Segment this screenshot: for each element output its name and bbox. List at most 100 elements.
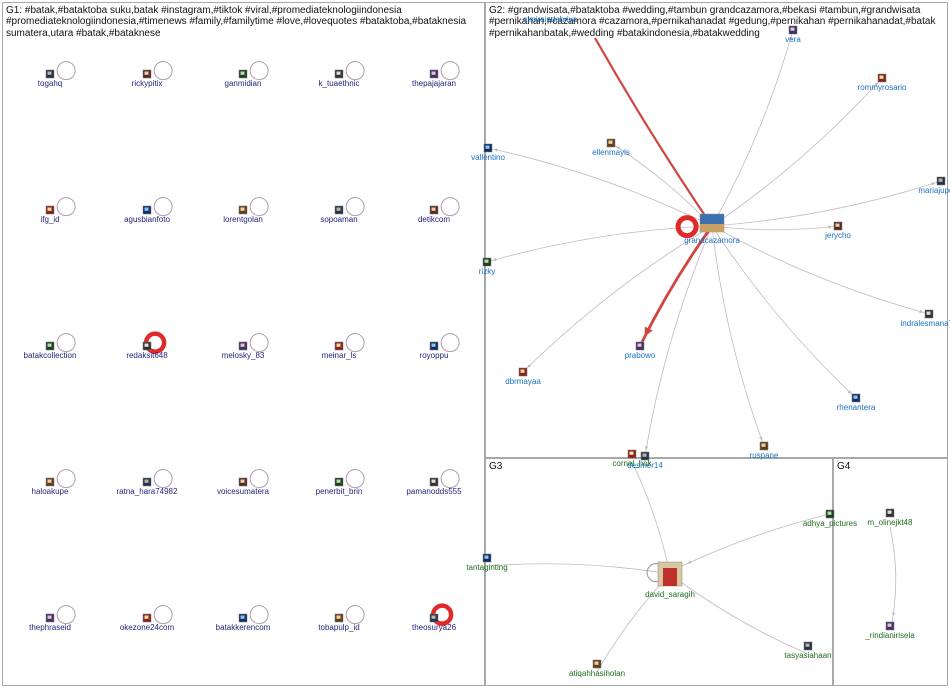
- node-detikcom[interactable]: detikcom: [418, 205, 450, 224]
- node-batakcollection[interactable]: batakcollection: [24, 341, 77, 360]
- node-label: rommyrosario: [858, 83, 907, 92]
- node-label: prabowo: [625, 351, 656, 360]
- node-label: rizky: [479, 267, 495, 276]
- node-meinar-ls[interactable]: meinar_ls: [322, 341, 357, 360]
- profile-icon-detail: [240, 207, 245, 211]
- node-tasyasiahaan[interactable]: tasyasiahaan: [784, 641, 832, 660]
- node-jerycho[interactable]: jerycho: [824, 221, 851, 240]
- profile-icon-detail: [594, 661, 599, 665]
- profile-icon-detail: [240, 71, 245, 75]
- edge: [486, 563, 671, 575]
- node-sopoaman[interactable]: sopoaman: [320, 205, 358, 224]
- profile-icon-detail: [144, 207, 149, 211]
- self-loop: [249, 469, 269, 489]
- node-label: ellenmayls: [592, 148, 630, 157]
- profile-icon-detail: [336, 207, 341, 211]
- node-label: indralesmana70: [901, 319, 950, 328]
- node-label: thephraseid: [29, 623, 71, 632]
- profile-icon-detail: [144, 71, 149, 75]
- node-royoppu[interactable]: royoppu: [420, 341, 449, 360]
- node-label: m_olinejkt48: [868, 518, 913, 527]
- node-label: vallentino: [471, 153, 505, 162]
- edge: [487, 147, 713, 227]
- node-haloakupe[interactable]: haloakupe: [32, 477, 69, 496]
- edge-arrowhead: [891, 612, 896, 617]
- node-vera[interactable]: vera: [785, 25, 801, 44]
- node-ratna-hara74982[interactable]: ratna_hara74982: [117, 477, 178, 496]
- profile-icon-detail: [938, 178, 943, 182]
- profile-icon-detail: [144, 479, 149, 483]
- profile-icon-detail: [336, 615, 341, 619]
- edge: [889, 526, 897, 623]
- self-loop: [153, 469, 173, 489]
- node-ifg-id[interactable]: ifg_id: [40, 205, 60, 224]
- node-label: rickypitix: [132, 79, 163, 88]
- node-label: penerbit_brin: [316, 487, 363, 496]
- node-label: ratna_hara74982: [117, 487, 178, 496]
- node-agusbianfoto[interactable]: agusbianfoto: [124, 205, 170, 224]
- node-label: jerycho: [824, 231, 851, 240]
- node-m-olinejkt48[interactable]: m_olinejkt48: [868, 508, 913, 527]
- node-rindianirisela[interactable]: _rindianirisela: [864, 621, 915, 640]
- node-thepajajaran[interactable]: thepajajaran: [412, 69, 456, 88]
- node-ellenmayls[interactable]: ellenmayls: [592, 138, 630, 157]
- edge: [711, 225, 930, 315]
- self-loop: [56, 469, 76, 489]
- profile-icon-detail: [926, 311, 931, 315]
- node-rommyrosario[interactable]: rommyrosario: [858, 73, 907, 92]
- node-adhya-pictures[interactable]: adhya_pictures: [803, 509, 857, 528]
- profile-icon-detail: [608, 140, 613, 144]
- node-label: voicesumatera: [217, 487, 270, 496]
- self-loop: [56, 333, 76, 353]
- node-prabowo[interactable]: prabowo: [625, 341, 656, 360]
- node-pamanodds555[interactable]: pamanodds555: [406, 477, 462, 496]
- node-penerbit-brin[interactable]: penerbit_brin: [316, 477, 363, 496]
- node-label: tasyasiahaan: [784, 651, 831, 660]
- node-mariajupoisa[interactable]: mariajupoisa: [918, 176, 950, 195]
- profile-icon-detail: [637, 343, 642, 347]
- self-loop: [345, 605, 365, 625]
- node-thephraseid[interactable]: thephraseid: [29, 613, 71, 632]
- profile-icon-detail: [484, 555, 489, 559]
- profile-icon-detail: [431, 615, 436, 619]
- node-label: redaksit648: [126, 351, 168, 360]
- node-lorentgolan[interactable]: lorentgolan: [223, 205, 263, 224]
- node-atiqahhasiholan[interactable]: atiqahhasiholan: [569, 659, 625, 678]
- node-k-tuaethnic[interactable]: k_tuaethnic: [319, 69, 360, 88]
- node-label: tobapulp_id: [318, 623, 359, 632]
- graph-canvas: togahq rickypitix ganmidian k_tuaethnic thep…: [24, 15, 950, 678]
- node-tobapulp-id[interactable]: tobapulp_id: [318, 613, 360, 632]
- node-okezone24com[interactable]: okezone24com: [120, 613, 175, 632]
- profile-icon-detail: [663, 568, 677, 586]
- node-indralesmana70[interactable]: indralesmana70: [901, 309, 950, 328]
- edge: [522, 225, 713, 373]
- node-ruspane[interactable]: ruspane: [750, 441, 779, 460]
- node-label: melosky_83: [222, 351, 265, 360]
- node-vallentino[interactable]: vallentino: [471, 143, 505, 162]
- edge: [711, 225, 839, 231]
- self-loop: [345, 469, 365, 489]
- node-togahq[interactable]: togahq: [38, 69, 62, 88]
- self-loop: [249, 605, 269, 625]
- node-dbrmayaa[interactable]: dbrmayaa: [505, 367, 541, 386]
- node-label: grandcazamora: [684, 236, 740, 245]
- node-almiraindahriya[interactable]: almiraindahriya: [523, 15, 578, 24]
- profile-icon-detail: [520, 369, 525, 373]
- node-batakkerencom[interactable]: batakkerencom: [216, 613, 271, 632]
- self-loop: [56, 197, 76, 217]
- node-rhenantera[interactable]: rhenantera: [837, 393, 876, 412]
- edge: [596, 573, 671, 673]
- node-tantaginting[interactable]: tantaginting: [466, 553, 508, 572]
- node-rickypitix[interactable]: rickypitix: [132, 69, 163, 88]
- self-loop: [153, 605, 173, 625]
- node-melosky-83[interactable]: melosky_83: [222, 341, 265, 360]
- node-label: okezone24com: [120, 623, 175, 632]
- profile-icon-detail: [431, 71, 436, 75]
- profile-icon-detail: [336, 479, 341, 483]
- node-label: sopoaman: [320, 215, 357, 224]
- profile-icon-detail: [47, 615, 52, 619]
- profile-icon-detail: [47, 71, 52, 75]
- node-label: k_tuaethnic: [319, 79, 360, 88]
- node-ganmidian[interactable]: ganmidian: [225, 69, 262, 88]
- node-voicesumatera[interactable]: voicesumatera: [217, 477, 270, 496]
